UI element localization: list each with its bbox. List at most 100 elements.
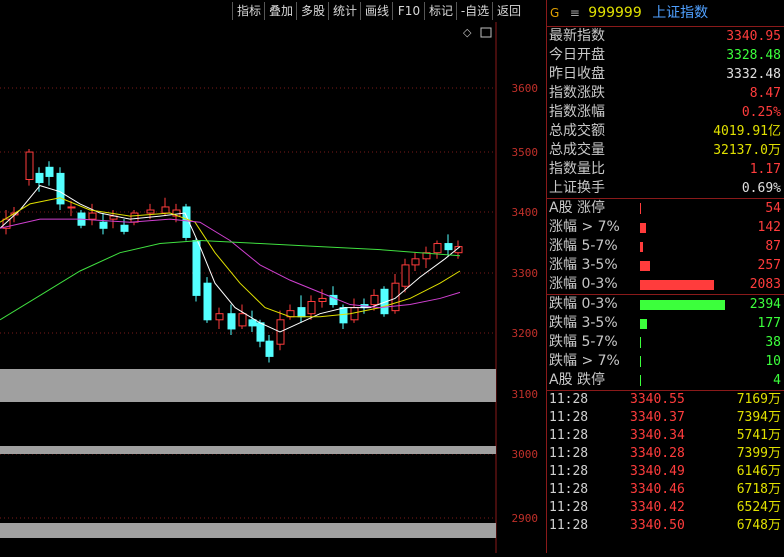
stat-value: 4019.91亿 <box>713 124 781 139</box>
stat-label: 今日开盘 <box>549 47 605 63</box>
toolbar-button-8[interactable]: 返回 <box>492 2 525 20</box>
candle-26 <box>286 304 295 320</box>
group-icon[interactable]: G <box>550 6 559 20</box>
candle-19 <box>215 307 224 329</box>
breadth-tick <box>640 203 641 214</box>
breadth-label: 涨幅 3-5% <box>549 257 618 273</box>
toolbar-button-4[interactable]: 画线 <box>360 2 393 20</box>
breadth-value: 87 <box>765 239 781 254</box>
toolbar-button-1[interactable]: 叠加 <box>264 2 297 20</box>
window-icon <box>480 27 492 38</box>
candle-18 <box>203 277 212 323</box>
stat-value: 3340.95 <box>726 29 781 44</box>
candle-9 <box>99 213 108 235</box>
toolbar-button-0[interactable]: 指标 <box>232 2 265 20</box>
breadth-bar <box>640 223 646 233</box>
gray-band-2 <box>0 523 496 538</box>
breadth-label: A股 跌停 <box>549 372 606 388</box>
stat-label: 总成交额 <box>549 123 605 139</box>
breadth-label: 涨幅 5-7% <box>549 238 618 254</box>
tick-time: 11:28 <box>549 518 589 533</box>
tick-price: 3340.46 <box>630 482 685 497</box>
candle-27 <box>297 295 306 323</box>
candle-38 <box>411 252 420 271</box>
tick-volume: 6524万 <box>736 500 781 515</box>
tick-volume: 7394万 <box>736 410 781 425</box>
stat-row-6: 总成交量 32137.0万 <box>547 141 784 160</box>
stat-label: 指数涨幅 <box>549 104 605 120</box>
tick-price: 3340.37 <box>630 410 685 425</box>
breadth-label: 跌幅 > 7% <box>549 353 620 369</box>
tick-row-2: 11:28 3340.34 5741万 <box>547 427 784 445</box>
candle-8 <box>88 203 97 226</box>
y-tick-7: 2900 <box>512 512 539 525</box>
down-row-1: 跌幅 3-5% 177 <box>547 314 784 333</box>
gray-band-1 <box>0 446 496 454</box>
candle-17 <box>192 237 201 302</box>
breadth-bar <box>640 242 643 252</box>
tick-volume: 6748万 <box>736 518 781 533</box>
y-tick-6: 3000 <box>512 448 539 461</box>
y-tick-3: 3300 <box>512 267 539 280</box>
stat-label: 指数量比 <box>549 161 605 177</box>
candle-24 <box>265 335 274 363</box>
toolbar-button-7[interactable]: -自选 <box>456 2 493 20</box>
tick-price: 3340.49 <box>630 464 685 479</box>
toolbar-button-3[interactable]: 统计 <box>328 2 361 20</box>
stat-row-4: 指数涨幅 0.25% <box>547 103 784 122</box>
candle-32 <box>350 298 359 323</box>
breadth-label: 跌幅 0-3% <box>549 296 618 312</box>
candle-20 <box>227 304 236 336</box>
tick-row-7: 11:28 3340.50 6748万 <box>547 517 784 535</box>
tick-list[interactable]: 11:28 3340.55 7169万 11:28 3340.37 7394万 11:28 3… <box>547 390 784 535</box>
quote-header: G ≡ 999999 上证指数 <box>547 0 784 27</box>
tick-row-4: 11:28 3340.49 6146万 <box>547 463 784 481</box>
ma60-line <box>0 239 461 321</box>
down-row-4: A股 跌停 4 <box>547 371 784 390</box>
stat-value: 3328.48 <box>726 48 781 63</box>
menu-icon[interactable]: ≡ <box>570 6 580 20</box>
toolbar-button-5[interactable]: F10 <box>392 2 425 20</box>
candle-3 <box>35 167 44 192</box>
stat-row-5: 总成交额 4019.91亿 <box>547 122 784 141</box>
stat-row-3: 指数涨跌 8.47 <box>547 84 784 103</box>
tick-time: 11:28 <box>549 392 589 407</box>
chart-toolbar: 指标 叠加 多股 统计 画线 F10 标记 -自选 返回 <box>0 0 545 22</box>
stat-value: 8.47 <box>749 86 781 101</box>
tick-time: 11:28 <box>549 446 589 461</box>
quote-panel: G ≡ 999999 上证指数 最新指数 3340.95 今日开盘 3328.48 昨日… <box>546 0 784 553</box>
stock-name: 上证指数 <box>652 5 709 21</box>
breadth-value: 4 <box>773 373 781 388</box>
toolbar-button-2[interactable]: 多股 <box>296 2 329 20</box>
tick-volume: 7399万 <box>736 446 781 461</box>
tick-row-5: 11:28 3340.46 6718万 <box>547 481 784 499</box>
candle-36 <box>391 274 400 314</box>
tick-price: 3340.55 <box>630 392 685 407</box>
stock-code: 999999 <box>588 5 642 21</box>
stat-value: 1.17 <box>749 162 781 177</box>
stat-label: 上证换手 <box>549 180 605 196</box>
tick-volume: 6718万 <box>736 482 781 497</box>
up-row-2: 涨幅 5-7% 87 <box>547 237 784 256</box>
breadth-bar <box>640 261 650 271</box>
y-tick-0: 3600 <box>512 82 539 95</box>
breadth-bar <box>640 300 725 310</box>
candle-4 <box>45 161 54 186</box>
breadth-label: 跌幅 5-7% <box>549 334 618 350</box>
gray-band-0 <box>0 369 496 402</box>
breadth-value: 2083 <box>749 277 781 292</box>
down-row-2: 跌幅 5-7% 38 <box>547 333 784 352</box>
kline-chart[interactable]: 3600 3500 3400 3300 3200 3100 3000 2900 ◇ <box>0 22 545 553</box>
tick-price: 3340.28 <box>630 446 685 461</box>
up-row-1: 涨幅 > 7% 142 <box>547 218 784 237</box>
index-stats: 最新指数 3340.95 今日开盘 3328.48 昨日收盘 3332.48 指数涨跌 8.4… <box>547 27 784 198</box>
kline-chart-svg: 3600 3500 3400 3300 3200 3100 3000 2900 ◇ <box>0 22 539 553</box>
stat-label: 昨日收盘 <box>549 66 605 82</box>
stat-row-0: 最新指数 3340.95 <box>547 27 784 46</box>
tick-volume: 7169万 <box>736 392 781 407</box>
tick-volume: 5741万 <box>736 428 781 443</box>
toolbar-button-6[interactable]: 标记 <box>424 2 457 20</box>
breadth-label: 跌幅 3-5% <box>549 315 618 331</box>
candle-5 <box>56 167 65 210</box>
tick-time: 11:28 <box>549 410 589 425</box>
